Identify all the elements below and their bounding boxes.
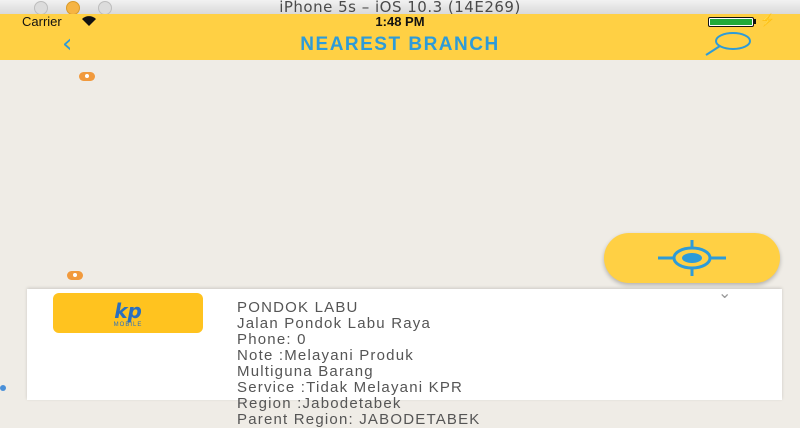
page-title: NEAREST BRANCH [300,34,500,55]
my-location-button[interactable] [604,233,780,283]
branch-region: Region :Jabodetabek [237,395,402,412]
branch-address: Jalan Pondok Labu Raya [237,315,432,332]
navigation-bar: ‹ NEAREST BRANCH [0,30,800,60]
logo-mark: kp [114,299,142,323]
branch-marker[interactable] [79,72,95,81]
branch-name: PONDOK LABU [237,299,359,316]
charging-icon: ⚡ [760,13,775,27]
kp-mobile-logo: kp MOBILE [53,293,203,333]
user-location-dot [0,385,6,391]
battery-icon [708,17,754,27]
branch-service: Service :Tidak Melayani KPR [237,379,464,396]
branch-phone: Phone: 0 [237,331,307,348]
status-time: 1:48 PM [375,14,425,29]
branch-note: Note :Melayani Produk [237,347,414,364]
status-bar: Carrier 1:48 PM ⚡ [0,13,800,30]
branch-details: PONDOK LABU Jalan Pondok Labu Raya Phone… [237,300,767,428]
branch-marker[interactable] [67,271,83,280]
branch-parent-region: Parent Region: JABODETABEK [237,411,481,428]
battery-cap [754,19,756,24]
logo-subtitle: MOBILE [113,322,143,328]
branch-note-continued: Multiguna Barang [237,363,374,380]
crosshair-icon [658,240,726,276]
search-icon[interactable] [700,31,758,57]
window-title-bar: iPhone 5s – iOS 10.3 (14E269) [0,0,800,16]
branch-info-card[interactable]: kp MOBILE ⌄ PONDOK LABU Jalan Pondok Lab… [27,283,782,428]
